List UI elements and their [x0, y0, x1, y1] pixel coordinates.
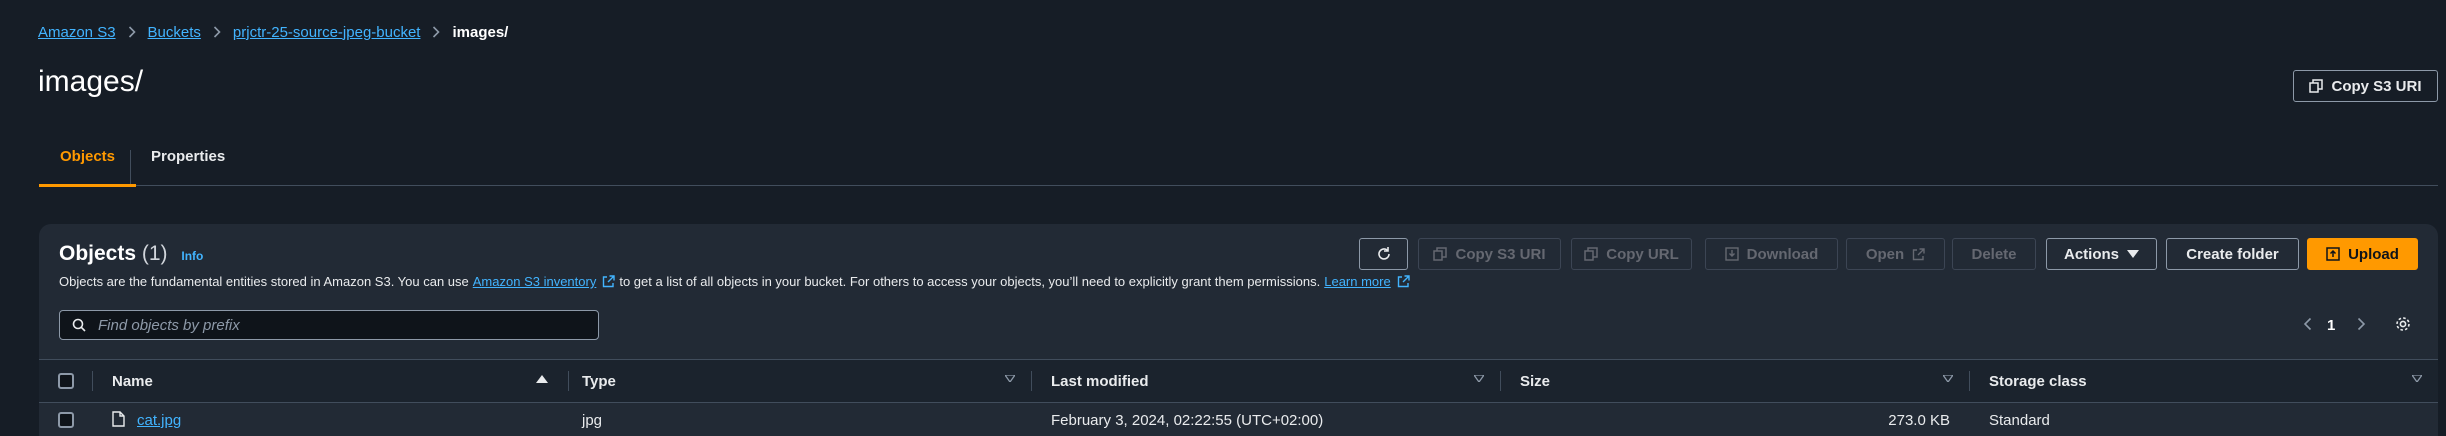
select-all-checkbox[interactable] [58, 373, 74, 389]
chevron-right-icon[interactable] [2357, 317, 2366, 331]
objects-description: Objects are the fundamental entities sto… [59, 274, 1414, 289]
info-link[interactable]: Info [181, 249, 203, 263]
table-header: Name Type Last modified Size Storage cla… [39, 359, 2438, 403]
copy-icon [2309, 79, 2324, 93]
chevron-left-icon[interactable] [2303, 317, 2312, 331]
sort-desc-icon[interactable] [1474, 375, 1484, 382]
create-folder-label: Create folder [2186, 245, 2279, 263]
search-box [59, 310, 599, 340]
column-header-type[interactable]: Type [582, 373, 616, 390]
download-label: Download [1746, 245, 1819, 263]
description-text-1: Objects are the fundamental entities sto… [59, 274, 469, 289]
chevron-right-icon [128, 26, 136, 38]
actions-dropdown-button[interactable]: Actions [2046, 238, 2157, 270]
sort-desc-icon[interactable] [2412, 375, 2422, 382]
column-header-name[interactable]: Name [112, 373, 153, 390]
delete-button[interactable]: Delete [1952, 238, 2036, 270]
chevron-right-icon [432, 26, 441, 38]
sort-desc-icon[interactable] [1943, 375, 1953, 382]
chevron-right-icon [213, 26, 221, 38]
column-divider [1969, 371, 1970, 391]
file-icon [112, 411, 125, 427]
create-folder-button[interactable]: Create folder [2166, 238, 2299, 270]
row-checkbox[interactable] [58, 412, 74, 428]
page-title: images/ [38, 65, 144, 98]
external-link-icon [1397, 275, 1410, 288]
upload-label: Upload [2348, 245, 2399, 263]
tab-properties[interactable]: Properties [151, 149, 225, 185]
pagination-current-page[interactable]: 1 [2327, 317, 2335, 334]
objects-count: (1) [141, 242, 168, 265]
copy-url-button[interactable]: Copy URL [1571, 238, 1692, 270]
actions-label: Actions [2063, 245, 2119, 263]
delete-label: Delete [1971, 245, 2017, 263]
object-name-link[interactable]: cat.jpg [137, 412, 181, 429]
tab-divider [130, 150, 131, 184]
upload-button[interactable]: Upload [2307, 238, 2418, 270]
object-type: jpg [582, 412, 603, 429]
objects-panel: Objects (1) Info Objects are the fundame… [39, 224, 2438, 436]
copy-s3-uri-label: Copy S3 URI [1455, 245, 1546, 263]
object-last-modified: February 3, 2024, 02:22:55 (UTC+02:00) [1051, 412, 1324, 429]
breadcrumb-current: images/ [452, 23, 509, 41]
amazon-s3-inventory-link[interactable]: Amazon S3 inventory [473, 274, 597, 289]
gear-icon[interactable] [2395, 316, 2411, 332]
breadcrumb: Amazon S3 Buckets prjctr-25-source-jpeg-… [38, 23, 508, 41]
copy-icon [1584, 247, 1598, 261]
caret-down-icon [2127, 250, 2139, 258]
copy-icon [1433, 247, 1448, 261]
objects-panel-title: Objects (1) Info [59, 242, 203, 266]
external-link-icon [1912, 247, 1925, 261]
download-icon [1724, 247, 1739, 261]
tab-bar: Objects Properties [38, 149, 2438, 187]
column-header-storage-class[interactable]: Storage class [1989, 373, 2087, 390]
sort-desc-icon[interactable] [1005, 375, 1015, 382]
description-text-2: to get a list of all objects in your buc… [619, 274, 1321, 289]
external-link-icon [602, 275, 616, 288]
learn-more-link[interactable]: Learn more [1324, 274, 1390, 289]
sort-asc-icon[interactable] [536, 375, 548, 383]
breadcrumb-link-buckets[interactable]: Buckets [148, 24, 201, 41]
search-input[interactable] [96, 315, 580, 335]
column-divider [1500, 371, 1501, 391]
breadcrumb-link-bucket[interactable]: prjctr-25-source-jpeg-bucket [233, 24, 421, 41]
download-button[interactable]: Download [1705, 238, 1838, 270]
refresh-button[interactable] [1359, 238, 1408, 270]
search-icon [72, 318, 86, 332]
tab-objects[interactable]: Objects [38, 149, 137, 187]
objects-title-text: Objects [59, 242, 137, 265]
table-row[interactable]: cat.jpg jpg February 3, 2024, 02:22:55 (… [39, 403, 2438, 436]
copy-s3-uri-header-label: Copy S3 URI [2331, 77, 2422, 95]
column-divider [568, 371, 569, 391]
refresh-icon [1376, 246, 1392, 262]
column-divider [1031, 371, 1032, 391]
breadcrumb-link-amazon-s3[interactable]: Amazon S3 [38, 24, 116, 41]
column-divider [92, 371, 93, 391]
column-header-size[interactable]: Size [1520, 373, 1550, 390]
upload-icon [2326, 247, 2340, 261]
open-label: Open [1865, 245, 1905, 263]
copy-s3-uri-button[interactable]: Copy S3 URI [1418, 238, 1561, 270]
column-header-last-modified[interactable]: Last modified [1051, 373, 1149, 390]
open-button[interactable]: Open [1846, 238, 1945, 270]
object-storage-class: Standard [1989, 412, 2050, 429]
object-size: 273.0 KB [1888, 412, 1950, 429]
copy-s3-uri-header-button[interactable]: Copy S3 URI [2293, 70, 2438, 102]
copy-url-label: Copy URL [1606, 245, 1679, 263]
